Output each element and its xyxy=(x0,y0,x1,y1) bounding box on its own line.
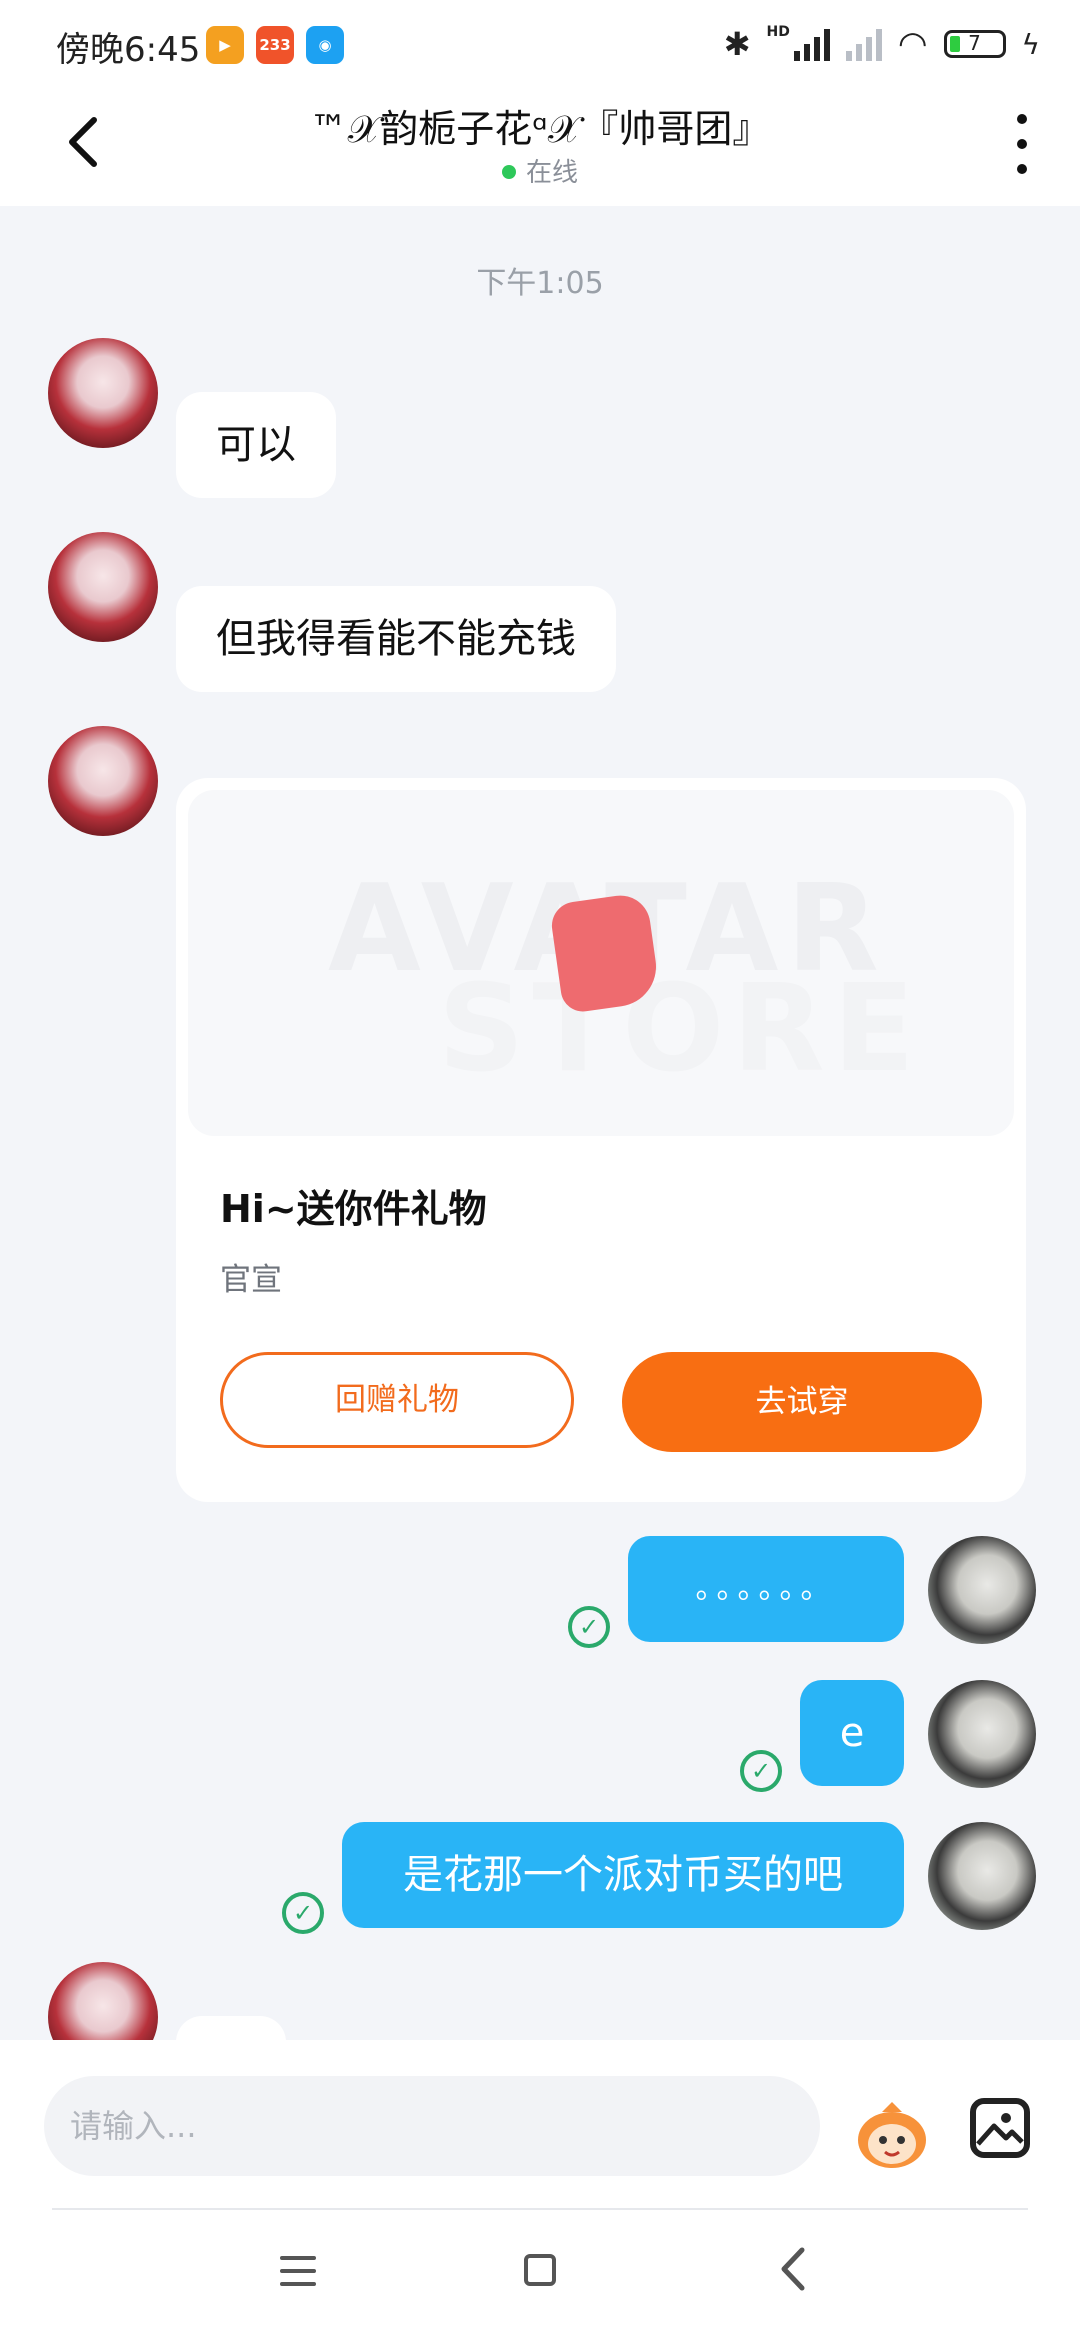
hd-label: HD xyxy=(766,24,790,40)
incoming-message[interactable]: 但我得看能不能充钱 xyxy=(176,586,616,692)
online-status: 在线 xyxy=(0,152,1080,189)
home-button[interactable] xyxy=(524,2254,556,2286)
battery-icon: 7 xyxy=(943,30,1006,58)
outgoing-message[interactable]: 是花那一个派对币买的吧 xyxy=(342,1822,904,1928)
status-time: 傍晚6:45 xyxy=(56,30,201,70)
online-status-label: 在线 xyxy=(525,158,578,188)
image-icon[interactable] xyxy=(970,2098,1030,2158)
contact-avatar[interactable] xyxy=(48,726,158,836)
message-input[interactable]: 请输入... xyxy=(44,2076,820,2176)
contact-avatar[interactable] xyxy=(48,532,158,642)
read-check-icon: ✓ xyxy=(282,1892,324,1934)
emoji-mascot-icon xyxy=(858,2102,926,2168)
chat-title[interactable]: ™𝒳韵栀子花ᵅ𝒳『帅哥团』 xyxy=(160,98,920,153)
online-dot-icon xyxy=(501,165,516,179)
my-avatar[interactable] xyxy=(928,1680,1036,1788)
contact-avatar[interactable] xyxy=(48,338,158,448)
status-indicators: ✱ HD ◠ 7 ϟ xyxy=(724,24,1040,64)
gift-card-subtitle: 官宣 xyxy=(220,1262,282,1298)
my-avatar[interactable] xyxy=(928,1822,1036,1930)
video-app-icon: ▶ xyxy=(206,26,244,64)
my-avatar[interactable] xyxy=(928,1536,1036,1644)
233-app-icon: 233 xyxy=(256,26,294,64)
chat-area[interactable]: 下午1:05 可以 但我得看能不能充钱 AVATAR STORE Hi~送你件礼… xyxy=(0,206,1080,2040)
watermark-store: STORE xyxy=(438,960,923,1099)
gift-preview-image[interactable]: AVATAR STORE xyxy=(188,790,1014,1136)
blue-app-icon: ◉ xyxy=(306,26,344,64)
input-bar: 请输入... xyxy=(0,2040,1080,2210)
contact-avatar[interactable] xyxy=(48,1962,158,2040)
signal-icon xyxy=(793,27,830,61)
incoming-message-partial xyxy=(176,2016,286,2040)
more-dots-icon xyxy=(1017,114,1027,124)
top-bar: 傍晚6:45 ▶ 233 ◉ ✱ HD ◠ 7 ϟ ™𝒳韵栀子花ᵅ𝒳『帅哥团』 … xyxy=(0,0,1080,206)
charging-icon: ϟ xyxy=(1021,27,1040,61)
return-gift-button[interactable]: 回赠礼物 xyxy=(220,1352,574,1448)
picture-icon xyxy=(976,2113,1024,2146)
try-on-button[interactable]: 去试穿 xyxy=(622,1352,982,1452)
chat-header: ™𝒳韵栀子花ᵅ𝒳『帅哥团』 在线 xyxy=(0,90,1080,206)
incoming-message[interactable]: 可以 xyxy=(176,392,336,498)
read-check-icon: ✓ xyxy=(568,1606,610,1648)
more-options-button[interactable] xyxy=(1004,114,1040,174)
status-bar: 傍晚6:45 ▶ 233 ◉ ✱ HD ◠ 7 ϟ xyxy=(0,0,1080,90)
wifi-icon: ◠ xyxy=(897,24,928,64)
outgoing-message[interactable]: e xyxy=(800,1680,904,1786)
gift-card[interactable]: AVATAR STORE Hi~送你件礼物 官宣 回赠礼物 去试穿 xyxy=(176,778,1026,1502)
recent-apps-button[interactable] xyxy=(280,2256,316,2286)
system-back-button[interactable] xyxy=(774,2244,814,2305)
outgoing-message[interactable]: 。。。。。。 xyxy=(628,1536,904,1642)
message-timestamp: 下午1:05 xyxy=(476,266,604,301)
sticker-icon[interactable] xyxy=(852,2098,932,2172)
gift-card-title: Hi~送你件礼物 xyxy=(220,1187,487,1231)
read-check-icon: ✓ xyxy=(740,1750,782,1792)
battery-level: 7 xyxy=(968,31,981,55)
bluetooth-icon: ✱ xyxy=(723,25,751,63)
system-nav-bar xyxy=(0,2210,1080,2340)
signal-2-icon xyxy=(845,27,882,61)
chevron-left-icon xyxy=(781,2247,805,2291)
